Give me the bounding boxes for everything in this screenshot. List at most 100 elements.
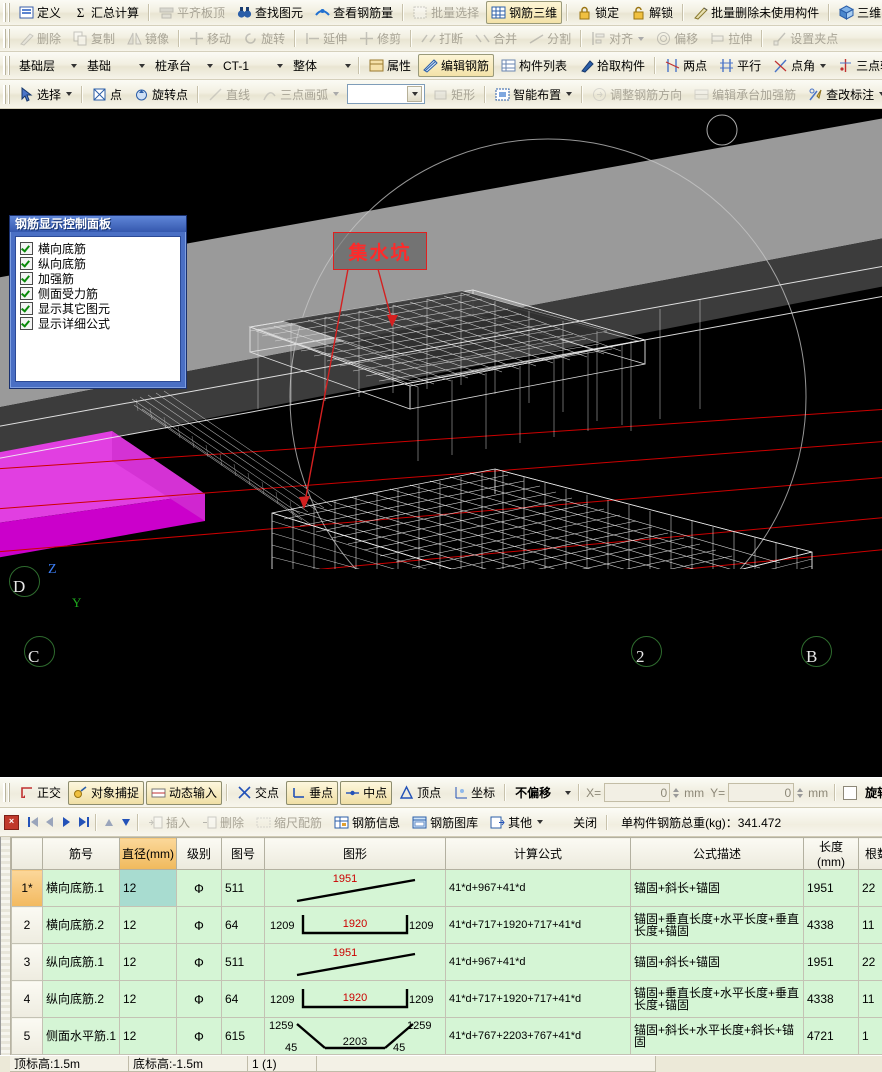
toolbar-grip[interactable] <box>3 85 11 104</box>
rebar-display-option-1[interactable]: 纵向底筋 <box>20 256 180 271</box>
table-header-图形[interactable]: 图形 <box>265 838 446 870</box>
cell-length[interactable]: 4721 <box>804 1018 859 1055</box>
cell-drawing-no[interactable]: 511 <box>222 944 265 981</box>
table-row[interactable]: 2横向底筋.212Ф6412091920120941*d+717+1920+71… <box>12 907 882 944</box>
toolbar-item-智能布置[interactable]: 智能布置 <box>490 83 577 106</box>
toolbar-item-构件列表[interactable]: 构件列表 <box>496 54 572 77</box>
cell-shape[interactable]: 1951 <box>265 870 446 907</box>
rebar-display-option-4[interactable]: 显示其它图元 <box>20 301 180 316</box>
cell-count[interactable]: 11 <box>859 907 882 944</box>
context-select-4[interactable]: 整体 <box>289 57 353 75</box>
cell-formula[interactable]: 41*d+767+2203+767+41*d <box>446 1018 631 1055</box>
viewport-3d[interactable]: Z Y DC2B 钢筋显示控制面板 横向底筋纵向底筋加强筋侧面受力筋显示其它图元… <box>0 109 882 777</box>
chevron-down-icon[interactable] <box>333 92 339 96</box>
table-row[interactable]: 3纵向底筋.112Ф511195141*d+967+41*d锚固+斜长+锚固19… <box>12 944 882 981</box>
cell-description[interactable]: 锚固+斜长+锚固 <box>631 870 804 907</box>
context-select-1[interactable]: 基础 <box>83 57 147 75</box>
table-header-长度(mm)[interactable]: 长度(mm) <box>804 838 859 870</box>
rebar-display-option-2[interactable]: 加强筋 <box>20 271 180 286</box>
cell-rebar-name[interactable]: 横向底筋.2 <box>43 907 120 944</box>
cell-rebar-name[interactable]: 侧面水平筋.1 <box>43 1018 120 1055</box>
cell-diameter[interactable]: 12 <box>120 870 177 907</box>
cell-drawing-no[interactable]: 64 <box>222 981 265 1018</box>
table-header-根数[interactable]: 根数 <box>859 838 882 870</box>
cell-count[interactable]: 22 <box>859 870 882 907</box>
chevron-down-icon[interactable] <box>66 92 72 96</box>
chevron-down-icon[interactable] <box>566 92 572 96</box>
rebar-bar-钢筋信息[interactable]: 钢筋信息 <box>329 811 405 834</box>
chevron-down-icon[interactable] <box>537 820 543 824</box>
toolbar-item-编辑钢筋[interactable]: 编辑钢筋 <box>418 54 494 77</box>
toolbar-grip[interactable] <box>3 29 11 48</box>
rebar-display-option-3[interactable]: 侧面受力筋 <box>20 286 180 301</box>
table-header-级别[interactable]: 级别 <box>177 838 222 870</box>
toolbar-item-平行[interactable]: 平行 <box>714 54 766 77</box>
cell-formula[interactable]: 41*d+717+1920+717+41*d <box>446 981 631 1018</box>
cell-grade[interactable]: Ф <box>177 870 222 907</box>
chevron-down-icon[interactable] <box>638 37 644 41</box>
cell-grade[interactable]: Ф <box>177 907 222 944</box>
toolbar-item-属性[interactable]: 属性 <box>364 54 416 77</box>
context-select-3[interactable]: CT-1 <box>219 57 285 75</box>
table-header-图号[interactable]: 图号 <box>222 838 265 870</box>
chevron-down-icon[interactable] <box>71 64 77 68</box>
toolbar-item-两点[interactable]: 两点 <box>660 54 712 77</box>
toolbar-grip[interactable] <box>3 56 11 75</box>
row-index[interactable]: 5 <box>12 1018 43 1055</box>
cell-length[interactable]: 1951 <box>804 870 859 907</box>
cell-shape[interactable]: 120919201209 <box>265 981 446 1018</box>
chevron-down-icon[interactable] <box>207 64 213 68</box>
cell-length[interactable]: 1951 <box>804 944 859 981</box>
table-row[interactable]: 5侧面水平筋.112Ф615125945220312594541*d+767+2… <box>12 1018 882 1055</box>
toolbar-item-三点辅[interactable]: 三点辅 <box>833 54 882 77</box>
toolbar-item-定义[interactable]: 定义 <box>14 1 66 24</box>
toolbar-item-旋转点[interactable]: 旋转点 <box>129 83 193 106</box>
chevron-down-icon[interactable] <box>139 64 145 68</box>
nav-last-button[interactable] <box>75 813 92 831</box>
rebar-display-control-panel[interactable]: 钢筋显示控制面板 横向底筋纵向底筋加强筋侧面受力筋显示其它图元显示详细公式 <box>9 215 187 389</box>
cell-diameter[interactable]: 12 <box>120 981 177 1018</box>
nav-first-button[interactable] <box>24 813 41 831</box>
cell-shape[interactable]: 1951 <box>265 944 446 981</box>
cell-description[interactable]: 锚固+斜长+锚固 <box>631 944 804 981</box>
draw-mode-select[interactable] <box>347 84 425 104</box>
rebar-bar-其他[interactable]: 其他 <box>485 811 548 834</box>
cell-count[interactable]: 22 <box>859 944 882 981</box>
checkbox-icon[interactable] <box>20 317 33 330</box>
move-down-button[interactable] <box>117 813 134 831</box>
x-input[interactable]: 0 <box>604 783 670 802</box>
cell-diameter[interactable]: 12 <box>120 907 177 944</box>
rebar-bar-关闭[interactable]: 关闭 <box>550 811 602 834</box>
chevron-down-icon[interactable] <box>820 64 826 68</box>
cell-formula[interactable]: 41*d+967+41*d <box>446 870 631 907</box>
toolbar-item-三维[interactable]: 三维 <box>834 1 882 24</box>
cell-drawing-no[interactable]: 64 <box>222 907 265 944</box>
context-select-2[interactable]: 桩承台 <box>151 57 215 75</box>
rebar-display-option-0[interactable]: 横向底筋 <box>20 241 180 256</box>
row-index[interactable]: 4 <box>12 981 43 1018</box>
checkbox-icon[interactable] <box>20 272 33 285</box>
table-header-公式描述[interactable]: 公式描述 <box>631 838 804 870</box>
cell-diameter[interactable]: 12 <box>120 944 177 981</box>
table-header-直径(mm)[interactable]: 直径(mm) <box>120 838 177 870</box>
cell-count[interactable]: 1 <box>859 1018 882 1055</box>
cell-description[interactable]: 锚固+垂直长度+水平长度+垂直长度+锚固 <box>631 981 804 1018</box>
close-icon[interactable]: × <box>4 815 19 830</box>
cell-rebar-name[interactable]: 横向底筋.1 <box>43 870 120 907</box>
cell-description[interactable]: 锚固+斜长+水平长度+斜长+锚固 <box>631 1018 804 1055</box>
toolbar-item-选择[interactable]: 选择 <box>14 83 77 106</box>
toolbar-item-点[interactable]: 点 <box>87 83 127 106</box>
toolbar-item-查看钢筋量[interactable]: 查看钢筋量 <box>310 1 398 24</box>
table-row[interactable]: 1*横向底筋.112Ф511195141*d+967+41*d锚固+斜长+锚固1… <box>12 870 882 907</box>
cell-length[interactable]: 4338 <box>804 907 859 944</box>
nav-next-button[interactable] <box>58 813 75 831</box>
toolbar-item-汇总计算[interactable]: Σ汇总计算 <box>68 1 144 24</box>
dropdown-button[interactable] <box>407 86 422 102</box>
checkbox-icon[interactable] <box>20 302 33 315</box>
cell-grade[interactable]: Ф <box>177 981 222 1018</box>
row-index[interactable]: 3 <box>12 944 43 981</box>
toolbar-item-点角[interactable]: 点角 <box>768 54 831 77</box>
table-header-计算公式[interactable]: 计算公式 <box>446 838 631 870</box>
offset-mode-select[interactable]: 不偏移 <box>511 784 573 802</box>
snap-toggle-交点[interactable]: 交点 <box>232 781 284 805</box>
